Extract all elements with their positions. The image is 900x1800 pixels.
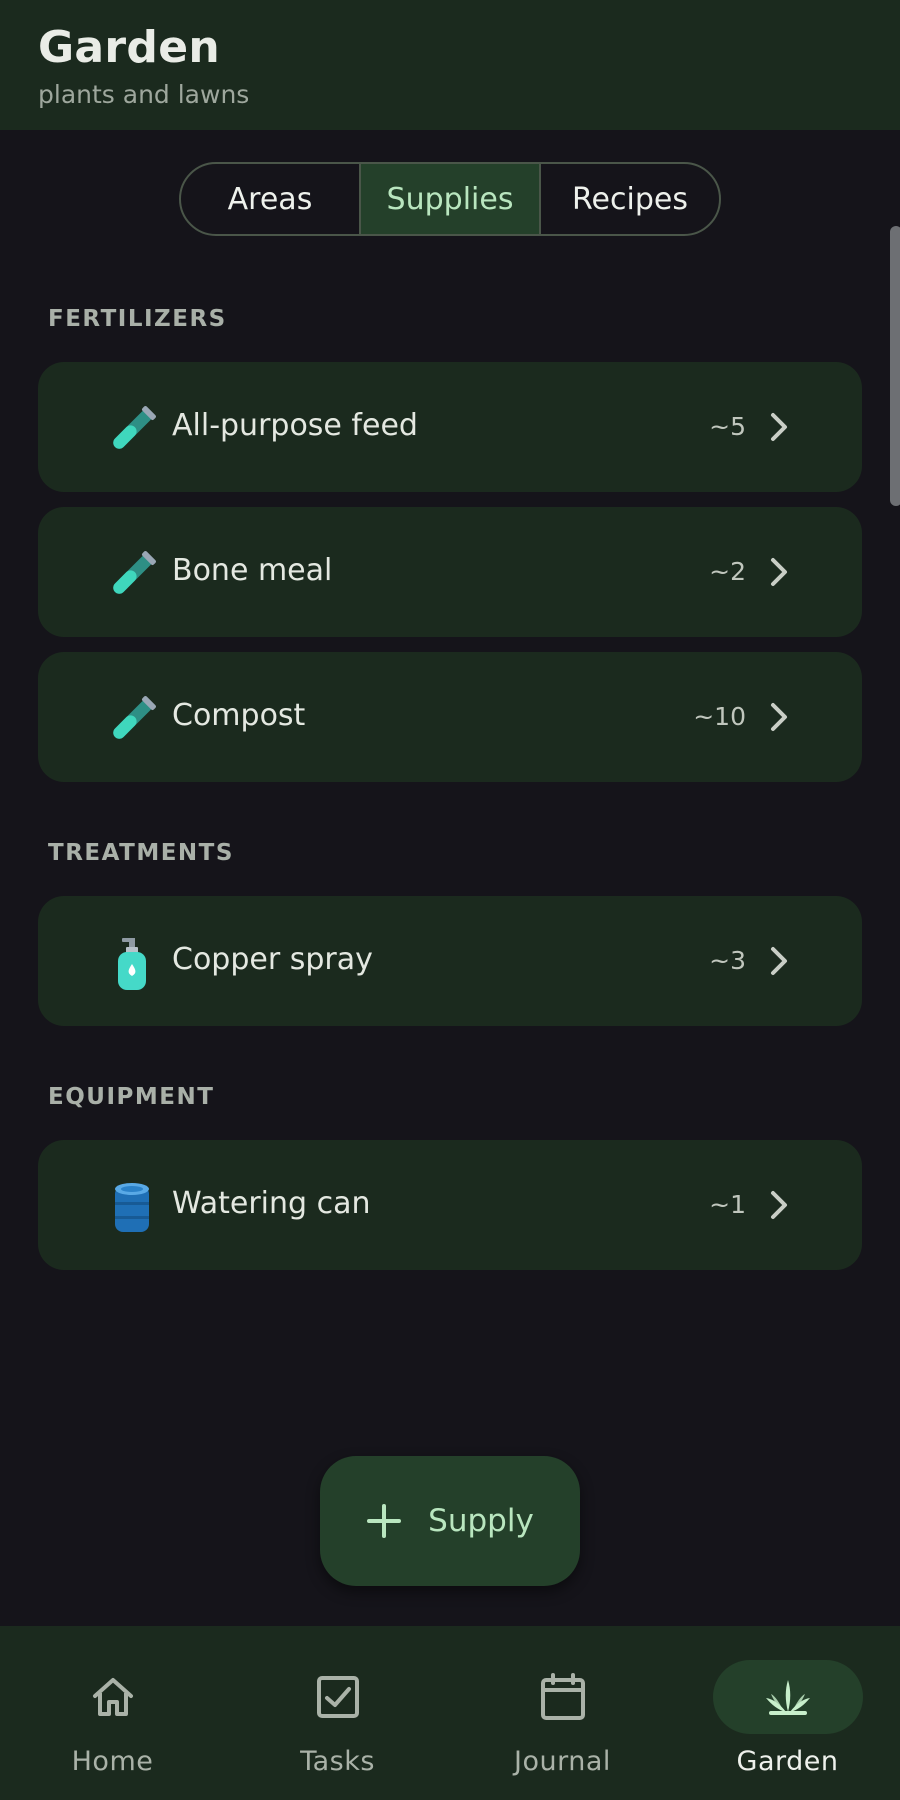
barrel-icon <box>115 1183 149 1232</box>
nav-label-home: Home <box>71 1746 154 1777</box>
section-label-equipment: EQUIPMENT <box>48 1084 215 1110</box>
add-supply-button[interactable]: Supply <box>320 1456 580 1586</box>
test-tube-icon <box>113 406 156 449</box>
supply-item[interactable]: Copper spray ~3 <box>38 896 862 1026</box>
supply-item-name: Watering can <box>172 1186 371 1221</box>
page-title: Garden <box>38 22 220 73</box>
add-supply-label: Supply <box>428 1503 534 1539</box>
spray-bottle-icon <box>118 938 146 990</box>
chevron-right-icon <box>771 558 787 586</box>
supply-item[interactable]: Compost ~10 <box>38 652 862 782</box>
checkbox-icon <box>316 1676 359 1718</box>
chevron-right-icon <box>771 703 787 731</box>
garden-screen: Garden plants and lawns Areas Supplies R… <box>0 0 900 1800</box>
section-label-fertilizers: FERTILIZERS <box>48 306 227 332</box>
section-label-treatments: TREATMENTS <box>48 840 234 866</box>
supply-item-count: ~5 <box>709 412 746 441</box>
supply-item-count: ~3 <box>709 946 746 975</box>
bottom-navigation: Home Tasks Journal Garden <box>0 1626 900 1800</box>
tab-recipes[interactable]: Recipes <box>541 164 719 234</box>
nav-label-tasks: Tasks <box>300 1746 375 1777</box>
supply-item-count: ~1 <box>709 1190 746 1219</box>
nav-item-garden[interactable]: Garden <box>675 1626 900 1800</box>
chevron-right-icon <box>771 413 787 441</box>
tab-areas[interactable]: Areas <box>181 164 361 234</box>
supply-item[interactable]: All-purpose feed ~5 <box>38 362 862 492</box>
supply-item-name: Compost <box>172 698 306 733</box>
scrollbar[interactable] <box>890 226 900 506</box>
page-subtitle: plants and lawns <box>38 80 250 109</box>
nav-label-garden: Garden <box>736 1746 839 1777</box>
chevron-right-icon <box>771 1191 787 1219</box>
supply-item[interactable]: Bone meal ~2 <box>38 507 862 637</box>
calendar-icon <box>540 1673 585 1720</box>
chevron-right-icon <box>771 947 787 975</box>
home-icon <box>92 1678 133 1716</box>
app-header: Garden plants and lawns <box>0 0 900 130</box>
test-tube-icon <box>113 696 156 739</box>
supply-item-name: Copper spray <box>172 942 373 977</box>
supply-item-name: All-purpose feed <box>172 408 418 443</box>
nav-label-journal: Journal <box>514 1746 611 1777</box>
supply-item-count: ~10 <box>693 702 746 731</box>
nav-item-journal[interactable]: Journal <box>450 1626 675 1800</box>
nav-item-home[interactable]: Home <box>0 1626 225 1800</box>
tab-supplies[interactable]: Supplies <box>361 164 541 234</box>
nav-item-tasks[interactable]: Tasks <box>225 1626 450 1800</box>
supply-item-count: ~2 <box>709 557 746 586</box>
supply-item-name: Bone meal <box>172 553 333 588</box>
plant-icon <box>765 1680 810 1715</box>
supply-item[interactable]: Watering can ~1 <box>38 1140 862 1270</box>
plus-icon <box>367 1504 402 1538</box>
segmented-tabs: Areas Supplies Recipes <box>179 162 721 236</box>
test-tube-icon <box>113 551 156 594</box>
